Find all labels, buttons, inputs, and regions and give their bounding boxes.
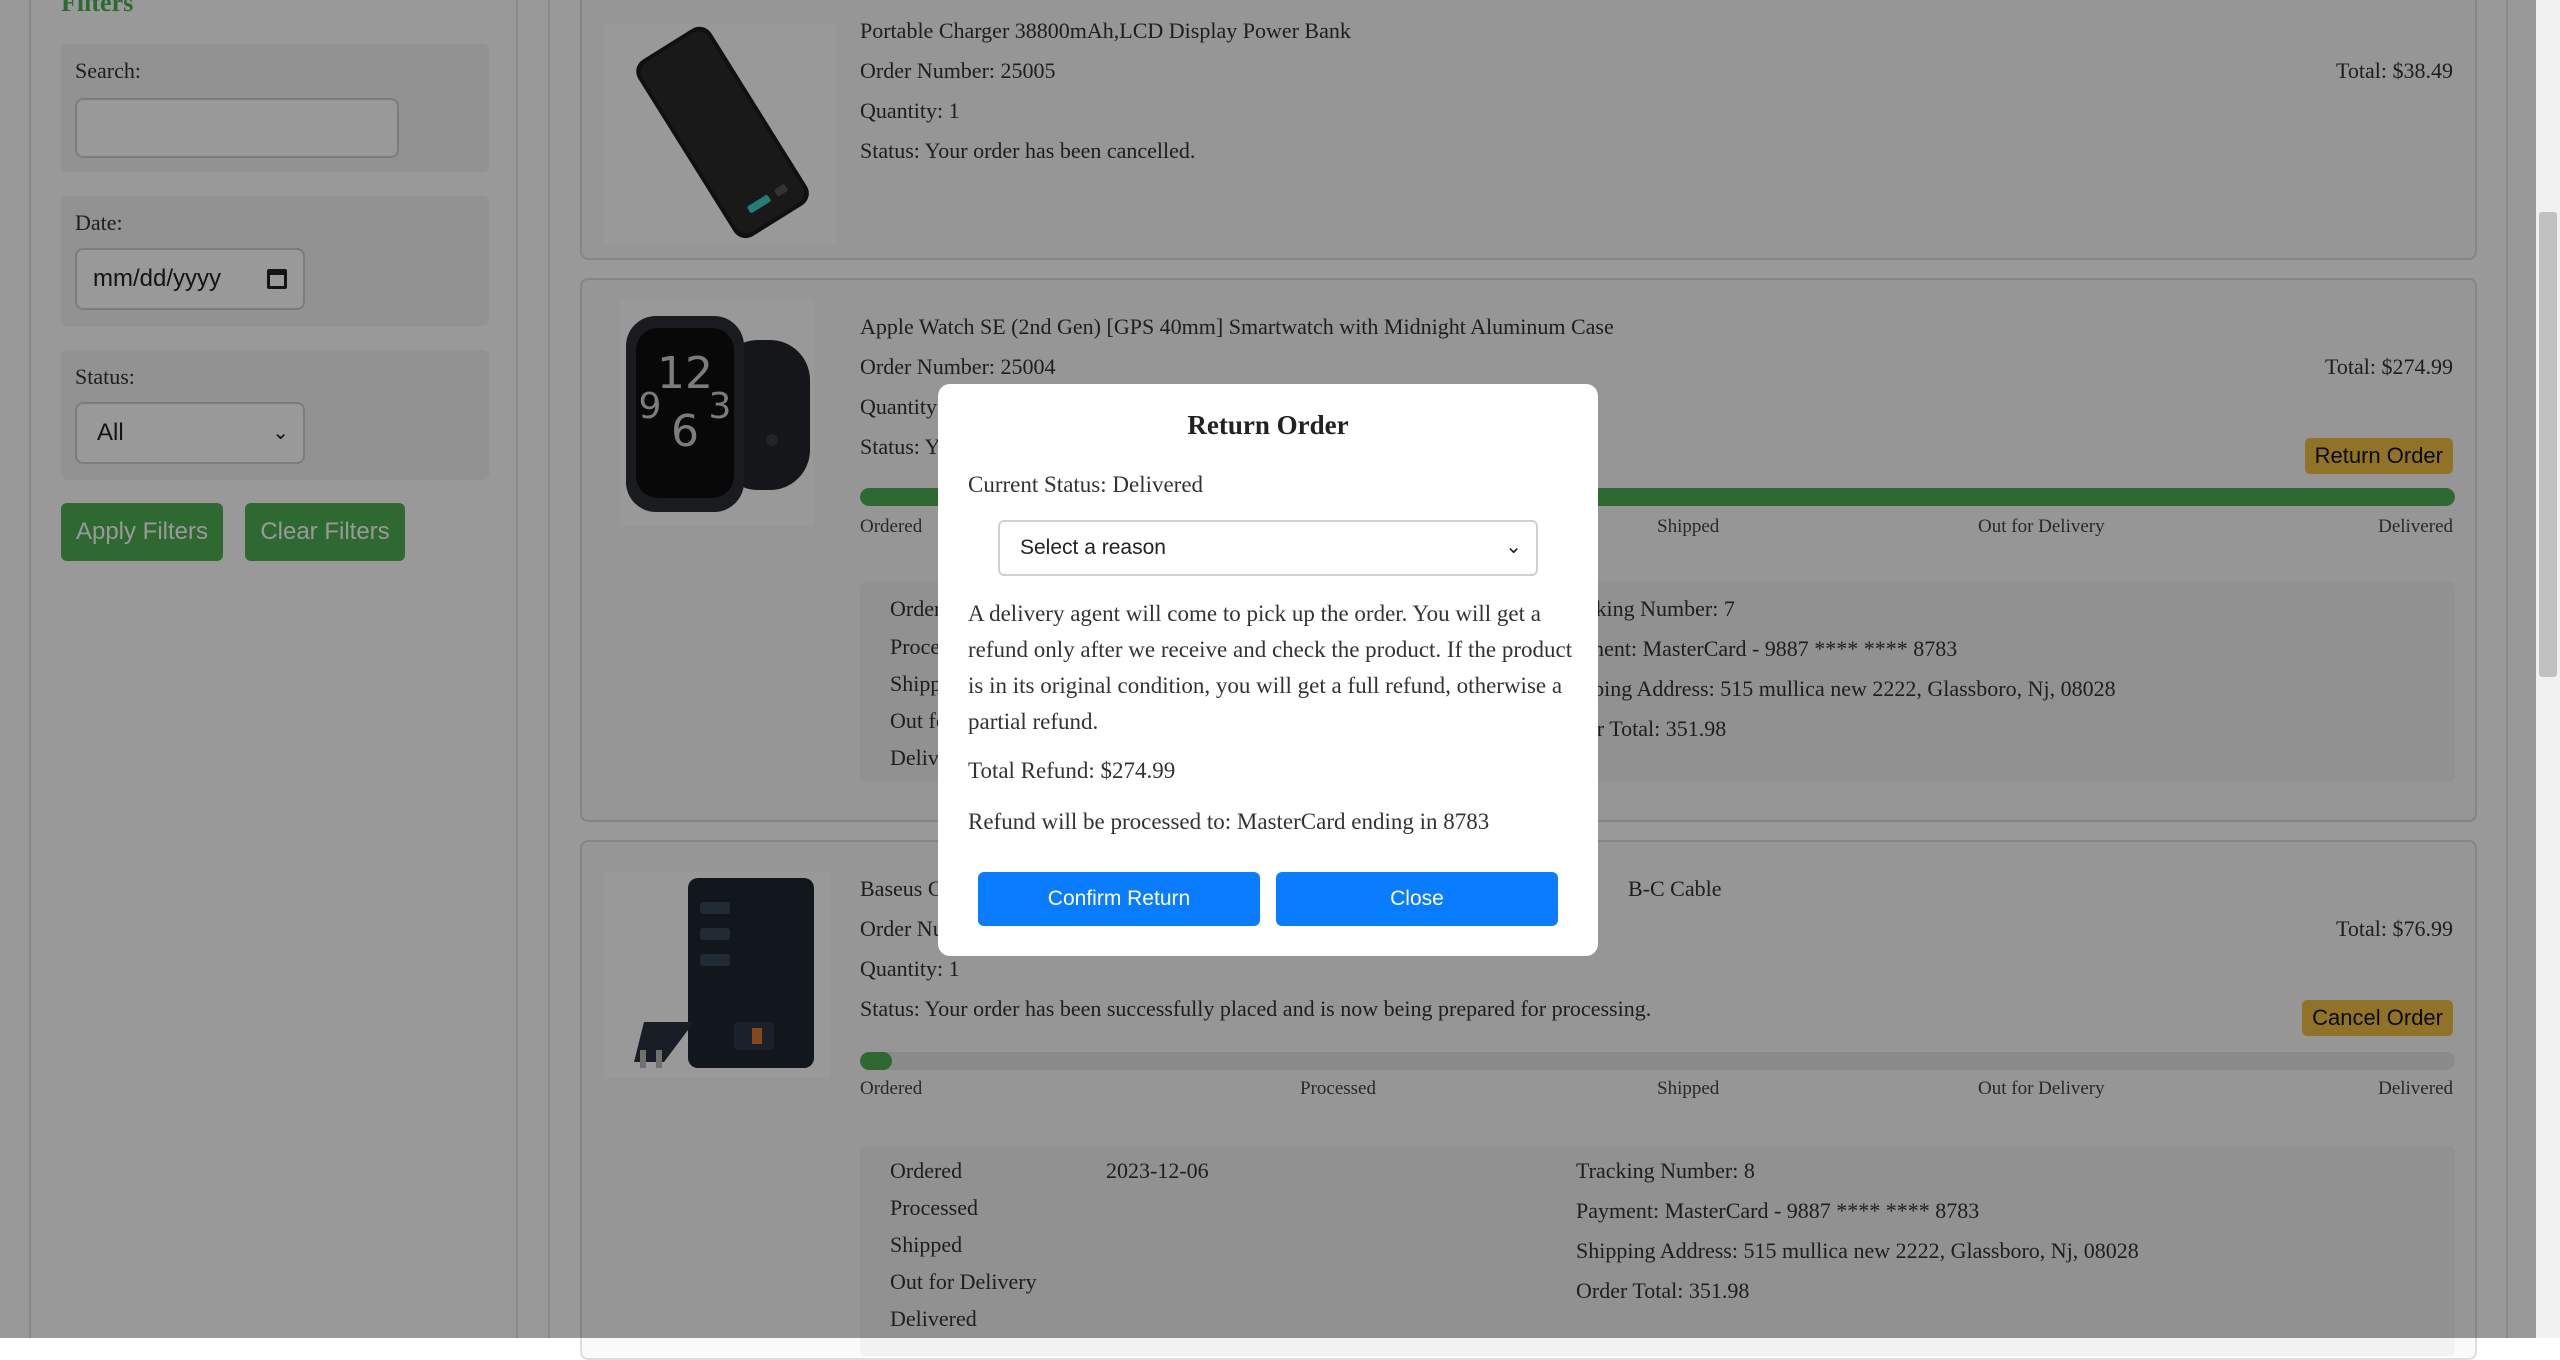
confirm-return-button[interactable]: Confirm Return (978, 872, 1260, 926)
current-status: Current Status: Delivered (968, 472, 1204, 497)
return-reason-select[interactable]: Select a reason ⌄ (998, 520, 1538, 576)
total-refund: Total Refund: $274.99 (968, 758, 1176, 783)
modal-title: Return Order (1187, 410, 1349, 440)
return-order-modal: Return Order Current Status: Delivered S… (938, 384, 1598, 956)
reason-select-value: Select a reason (1020, 536, 1166, 559)
refund-destination: Refund will be processed to: MasterCard … (968, 809, 1490, 834)
scrollbar-thumb[interactable] (2539, 212, 2557, 677)
page-scrollbar[interactable] (2536, 0, 2560, 1338)
chevron-down-icon: ⌄ (1505, 534, 1522, 558)
close-button[interactable]: Close (1276, 872, 1558, 926)
return-description: A delivery agent will come to pick up th… (968, 601, 1573, 734)
